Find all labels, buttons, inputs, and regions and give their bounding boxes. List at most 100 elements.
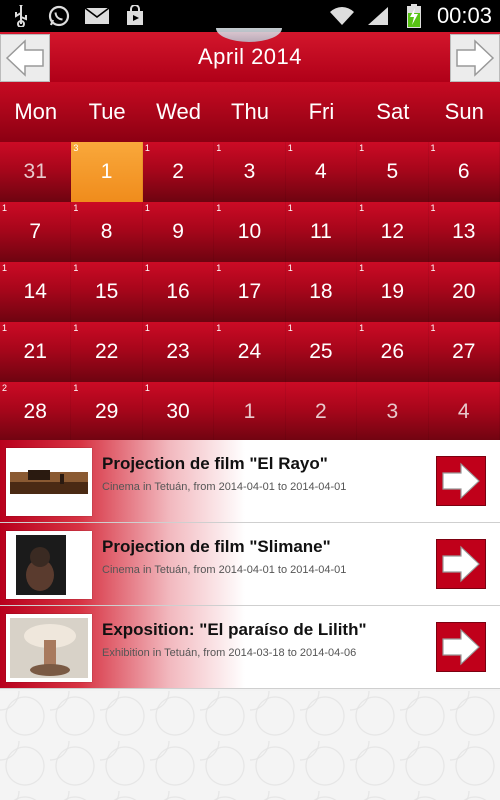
- day-number: 10: [237, 220, 262, 243]
- calendar-day[interactable]: 13: [214, 142, 286, 202]
- calendar-day[interactable]: 1 17: [214, 262, 286, 322]
- calendar-day[interactable]: 2 28: [0, 382, 72, 442]
- event-count-badge: 1: [430, 143, 436, 153]
- day-number: 13: [452, 220, 476, 243]
- calendar-day[interactable]: 31: [0, 142, 72, 202]
- day-number: 21: [23, 340, 47, 363]
- calendar-day[interactable]: 1 18: [285, 262, 358, 322]
- calendar-day[interactable]: 14: [285, 142, 358, 202]
- calendar-day[interactable]: 19: [142, 202, 215, 262]
- day-number: 3: [243, 160, 256, 183]
- event-count-badge: 3: [73, 143, 79, 153]
- calendar-day[interactable]: 16: [428, 142, 500, 202]
- arrow-right-icon: [442, 545, 480, 583]
- day-number: 9: [172, 220, 184, 243]
- day-number: 22: [94, 340, 119, 363]
- battery-charging-icon: [401, 4, 427, 28]
- calendar-day[interactable]: 1 24: [214, 322, 286, 382]
- event-count-badge: 1: [2, 323, 8, 333]
- event-count-badge: 1: [73, 203, 79, 213]
- weekday-label: Mon: [14, 99, 58, 124]
- calendar-day[interactable]: 3: [357, 382, 429, 442]
- calendar-day[interactable]: 1 20: [428, 262, 500, 322]
- calendar-day[interactable]: 1 21: [0, 322, 72, 382]
- weekday-label: Thu: [231, 99, 269, 124]
- event-count-badge: 1: [2, 203, 8, 213]
- day-number: 18: [309, 280, 333, 303]
- open-event-button[interactable]: [436, 622, 486, 672]
- open-event-button[interactable]: [436, 456, 486, 506]
- day-number: 30: [166, 400, 190, 423]
- calendar-day[interactable]: 1: [214, 382, 286, 442]
- day-number: 2: [315, 400, 327, 423]
- system-icons: 00:03: [329, 3, 492, 29]
- day-number: 29: [94, 400, 119, 423]
- film-thumbnail-icon: [10, 535, 88, 595]
- previous-month-button[interactable]: [0, 34, 50, 82]
- next-month-button[interactable]: [450, 34, 500, 82]
- event-subtitle: Exhibition in Tetuán, from 2014-03-18 to…: [102, 647, 357, 659]
- day-number: 1: [100, 160, 113, 183]
- calendar-day[interactable]: 1 15: [71, 262, 143, 322]
- event-count-badge: 1: [144, 383, 150, 393]
- event-count-badge: 1: [430, 203, 436, 213]
- event-count-badge: 1: [430, 323, 436, 333]
- day-number: 3: [386, 400, 399, 423]
- calendar-day[interactable]: 1 13: [428, 202, 500, 262]
- calendar-week-row: 1 21 1 22 1 23 1 24 1 25 1 26 1 27: [0, 322, 500, 382]
- day-number: 28: [23, 400, 47, 423]
- event-count-badge: 1: [144, 263, 150, 273]
- calendar-day[interactable]: 18: [71, 202, 143, 262]
- calendar-day-selected[interactable]: 31: [71, 142, 143, 202]
- event-thumbnail: [6, 448, 92, 516]
- calendar-day[interactable]: 2: [285, 382, 358, 442]
- event-count-badge: 2: [2, 383, 8, 393]
- calendar-day[interactable]: 1 27: [428, 322, 500, 382]
- calendar-week-row: 2 28 1 29 1 30 1 2 3 4: [0, 382, 500, 442]
- event-item[interactable]: Exposition: "El paraíso de Lilith" Exhib…: [0, 606, 500, 689]
- calendar-day[interactable]: 17: [0, 202, 72, 262]
- calendar-day[interactable]: 1 23: [142, 322, 215, 382]
- calendar-day[interactable]: 1 16: [142, 262, 215, 322]
- event-count-badge: 1: [216, 323, 222, 333]
- day-number: 8: [100, 220, 113, 243]
- event-item[interactable]: Projection de film "Slimane" Cinema in T…: [0, 523, 500, 606]
- event-count-badge: 1: [359, 263, 365, 273]
- film-thumbnail-icon: [10, 452, 88, 512]
- calendar-day[interactable]: 1 30: [142, 382, 215, 442]
- mail-icon: [84, 5, 110, 27]
- weekday-label: Sat: [376, 99, 410, 124]
- event-thumbnail: [6, 531, 92, 599]
- event-item[interactable]: Projection de film "El Rayo" Cinema in T…: [0, 440, 500, 523]
- calendar-day[interactable]: 1 14: [0, 262, 72, 322]
- calendar-week-row: 1 14 1 15 1 16 1 17 1 18 1 19 1 20: [0, 262, 500, 322]
- calendar-day[interactable]: 1 26: [357, 322, 429, 382]
- day-number: 31: [23, 160, 47, 183]
- calendar-day[interactable]: 15: [357, 142, 429, 202]
- event-count-badge: 1: [287, 263, 293, 273]
- calendar-day[interactable]: 1 22: [71, 322, 143, 382]
- open-event-button[interactable]: [436, 539, 486, 589]
- calendar-day[interactable]: 1 29: [71, 382, 143, 442]
- event-count-badge: 1: [2, 263, 8, 273]
- day-number: 14: [23, 280, 47, 303]
- calendar-day[interactable]: 1 25: [285, 322, 358, 382]
- calendar-day[interactable]: 12: [142, 142, 215, 202]
- calendar-day[interactable]: 1 11: [285, 202, 358, 262]
- calendar-day[interactable]: 1 19: [357, 262, 429, 322]
- decorative-background-pattern: [0, 691, 500, 800]
- event-count-badge: 1: [144, 203, 150, 213]
- calendar-day[interactable]: 4: [428, 382, 500, 442]
- store-icon: [122, 5, 148, 27]
- day-number: 23: [166, 340, 190, 363]
- event-thumbnail: [6, 614, 92, 682]
- event-count-badge: 1: [216, 143, 222, 153]
- clock: 00:03: [436, 3, 492, 28]
- event-count-badge: 1: [359, 203, 365, 213]
- calendar-day[interactable]: 1 10: [214, 202, 286, 262]
- event-count-badge: 1: [287, 203, 293, 213]
- calendar-day[interactable]: 1 12: [357, 202, 429, 262]
- pull-down-handle[interactable]: [216, 28, 282, 42]
- month-header: April 2014: [0, 28, 500, 82]
- wifi-icon: [329, 5, 355, 27]
